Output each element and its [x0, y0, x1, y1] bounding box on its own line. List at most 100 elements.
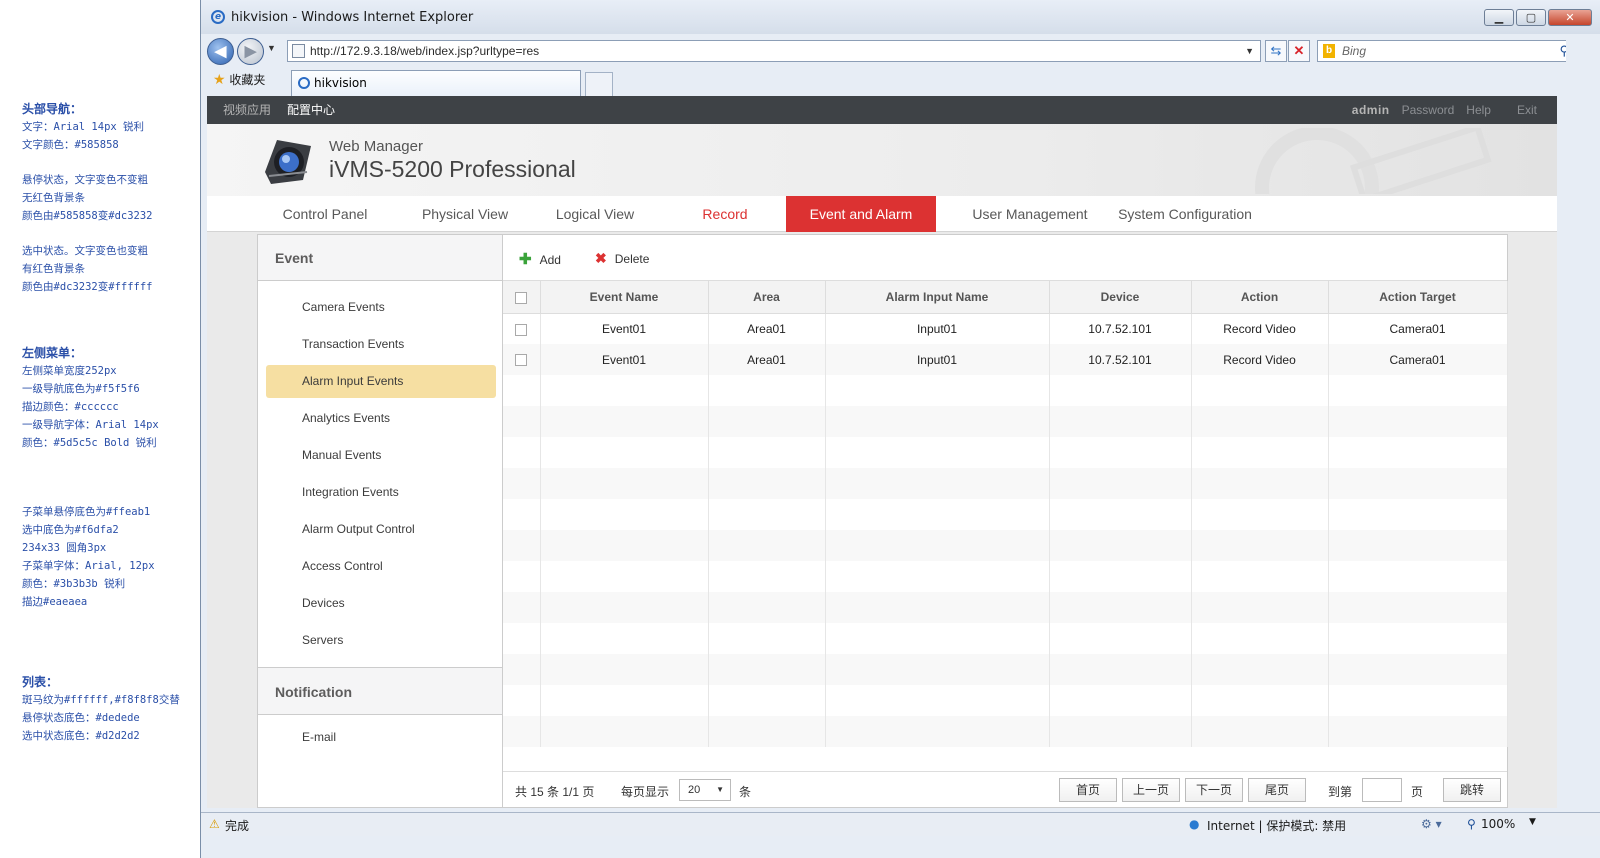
- submenu-analytics-events[interactable]: Analytics Events: [266, 402, 496, 435]
- menu-event-and-alarm[interactable]: Event and Alarm: [786, 196, 936, 232]
- security-zone: Internet | 保护模式: 禁用: [1207, 819, 1347, 833]
- submenu-transaction-events[interactable]: Transaction Events: [266, 328, 496, 361]
- cell-action-target: Camera01: [1328, 313, 1508, 344]
- submenu-email[interactable]: E-mail: [266, 721, 496, 754]
- nav-video-app[interactable]: 视频应用: [223, 96, 271, 124]
- menu-system-configuration[interactable]: System Configuration: [1111, 196, 1259, 232]
- event-section-header[interactable]: Event: [258, 235, 502, 281]
- note-line: 左侧菜单宽度252px: [22, 365, 117, 377]
- empty-row: [503, 716, 1508, 747]
- favorites-label: 收藏夹: [229, 73, 266, 87]
- submenu-integration-events[interactable]: Integration Events: [266, 476, 496, 509]
- password-link[interactable]: Password: [1402, 96, 1455, 124]
- empty-row: [503, 406, 1508, 437]
- empty-row: [503, 375, 1508, 406]
- bing-logo-icon: b: [1323, 44, 1335, 58]
- help-link[interactable]: Help: [1466, 96, 1491, 124]
- next-page-button[interactable]: 下一页: [1185, 778, 1243, 802]
- username: admin: [1351, 103, 1390, 117]
- note-line: 悬停状态，文字变色不变粗: [22, 174, 148, 186]
- note-line: 左侧菜单：: [22, 346, 83, 360]
- zoom-dropdown-icon[interactable]: ▼: [1529, 817, 1536, 827]
- film-reel-decoration-icon: [1255, 128, 1492, 194]
- note-line: 有红色背景条: [22, 263, 85, 275]
- col-device[interactable]: Device: [1049, 281, 1192, 314]
- submenu-devices[interactable]: Devices: [266, 587, 496, 620]
- first-page-button[interactable]: 首页: [1059, 778, 1117, 802]
- col-action-target[interactable]: Action Target: [1328, 281, 1508, 314]
- cell-area: Area01: [708, 313, 826, 344]
- delete-button[interactable]: ✖ Delete: [595, 250, 649, 267]
- cell-area: Area01: [708, 344, 826, 375]
- address-bar[interactable]: http://172.9.3.18/web/index.jsp?urltype=…: [287, 40, 1261, 62]
- menu-record[interactable]: Record: [665, 196, 785, 232]
- back-button[interactable]: ◀: [207, 38, 234, 65]
- web-manager-label: Web Manager: [329, 138, 423, 155]
- add-button[interactable]: ✚ Add: [519, 250, 561, 268]
- favorites-button[interactable]: ★ 收藏夹: [213, 71, 265, 88]
- nav-config-center[interactable]: 配置中心: [287, 96, 335, 124]
- col-alarm-input-name[interactable]: Alarm Input Name: [825, 281, 1050, 314]
- search-box[interactable]: b Bing ⚲ ▼: [1317, 40, 1592, 62]
- menu-user-management[interactable]: User Management: [965, 196, 1095, 232]
- submenu-camera-events[interactable]: Camera Events: [266, 291, 496, 324]
- menu-logical-view[interactable]: Logical View: [535, 196, 655, 232]
- submenu-access-control[interactable]: Access Control: [266, 550, 496, 583]
- minimize-button[interactable]: ▁: [1484, 9, 1514, 26]
- empty-row: [503, 561, 1508, 592]
- notes-submenu: 子菜单悬停底色为#ffeab1 选中底色为#f6dfa2 234x33 圆角3p…: [22, 503, 197, 611]
- menu-physical-view[interactable]: Physical View: [405, 196, 525, 232]
- submenu-alarm-output-control[interactable]: Alarm Output Control: [266, 513, 496, 546]
- notification-section-header[interactable]: Notification: [258, 667, 502, 715]
- maximize-button[interactable]: ▢: [1516, 9, 1546, 26]
- note-line: 描边颜色：#cccccc: [22, 401, 119, 413]
- protected-mode-icon[interactable]: ⚙ ▾: [1421, 817, 1442, 831]
- row-checkbox[interactable]: [503, 313, 541, 344]
- cell-action: Record Video: [1191, 344, 1329, 375]
- star-icon: ★: [213, 72, 226, 88]
- last-page-button[interactable]: 尾页: [1248, 778, 1306, 802]
- new-tab-button[interactable]: [585, 72, 613, 96]
- notes-list: 列表： 斑马纹为#ffffff,#f8f8f8交替 悬停状态底色：#dedede…: [22, 673, 197, 745]
- browser-tab[interactable]: hikvision: [291, 70, 581, 96]
- note-line: 选中状态底色：#d2d2d2: [22, 730, 140, 742]
- page-number-input[interactable]: [1362, 778, 1402, 802]
- empty-row: [503, 530, 1508, 561]
- prev-page-button[interactable]: 上一页: [1122, 778, 1180, 802]
- stop-icon[interactable]: ✕: [1288, 40, 1310, 62]
- globe-icon: ●: [1189, 817, 1200, 831]
- note-line: 子菜单字体：Arial, 12px: [22, 560, 155, 572]
- page-scrollbar[interactable]: [1566, 34, 1600, 812]
- per-page-value: 20: [688, 784, 701, 796]
- chevron-down-icon: ▼: [716, 785, 724, 794]
- per-page-select[interactable]: 20 ▼: [679, 779, 731, 801]
- row-checkbox[interactable]: [503, 344, 541, 375]
- col-event-name[interactable]: Event Name: [540, 281, 709, 314]
- jump-button[interactable]: 跳转: [1443, 778, 1501, 802]
- submenu-alarm-input-events[interactable]: Alarm Input Events: [266, 365, 496, 398]
- warning-icon: ⚠: [209, 817, 220, 831]
- notes-header-nav: 头部导航： 文字：Arial 14px 锐利 文字颜色：#585858 悬停状态…: [22, 100, 197, 296]
- submenu-manual-events[interactable]: Manual Events: [266, 439, 496, 472]
- exit-link[interactable]: Exit: [1517, 96, 1537, 124]
- col-area[interactable]: Area: [708, 281, 826, 314]
- select-all-checkbox[interactable]: [503, 281, 541, 314]
- ie-logo-icon: e: [211, 10, 225, 24]
- history-dropdown-icon[interactable]: ▼: [267, 43, 276, 53]
- forward-button[interactable]: ▶: [237, 38, 264, 65]
- note-line: 一级导航底色为#f5f5f6: [22, 383, 140, 395]
- user-links: admin Password Help Exit: [1340, 96, 1537, 124]
- close-button[interactable]: ✕: [1548, 9, 1592, 26]
- address-dropdown-icon[interactable]: ▼: [1245, 41, 1254, 61]
- url-text: http://172.9.3.18/web/index.jsp?urltype=…: [310, 44, 540, 58]
- banner: Web Manager iVMS-5200 Professional: [207, 124, 1557, 196]
- goto-label: 到第: [1328, 785, 1353, 799]
- zoom-level[interactable]: 100%: [1481, 817, 1515, 831]
- refresh-icon[interactable]: ⇆: [1265, 40, 1287, 62]
- table-row[interactable]: Event01 Area01 Input01 10.7.52.101 Recor…: [503, 313, 1508, 344]
- submenu-servers[interactable]: Servers: [266, 624, 496, 657]
- menu-control-panel[interactable]: Control Panel: [265, 196, 385, 232]
- table-row[interactable]: Event01 Area01 Input01 10.7.52.101 Recor…: [503, 344, 1508, 375]
- status-bar: ⚠ 完成 ● Internet | 保护模式: 禁用 ⚙ ▾ ⚲ 100% ▼: [201, 812, 1600, 836]
- col-action[interactable]: Action: [1191, 281, 1329, 314]
